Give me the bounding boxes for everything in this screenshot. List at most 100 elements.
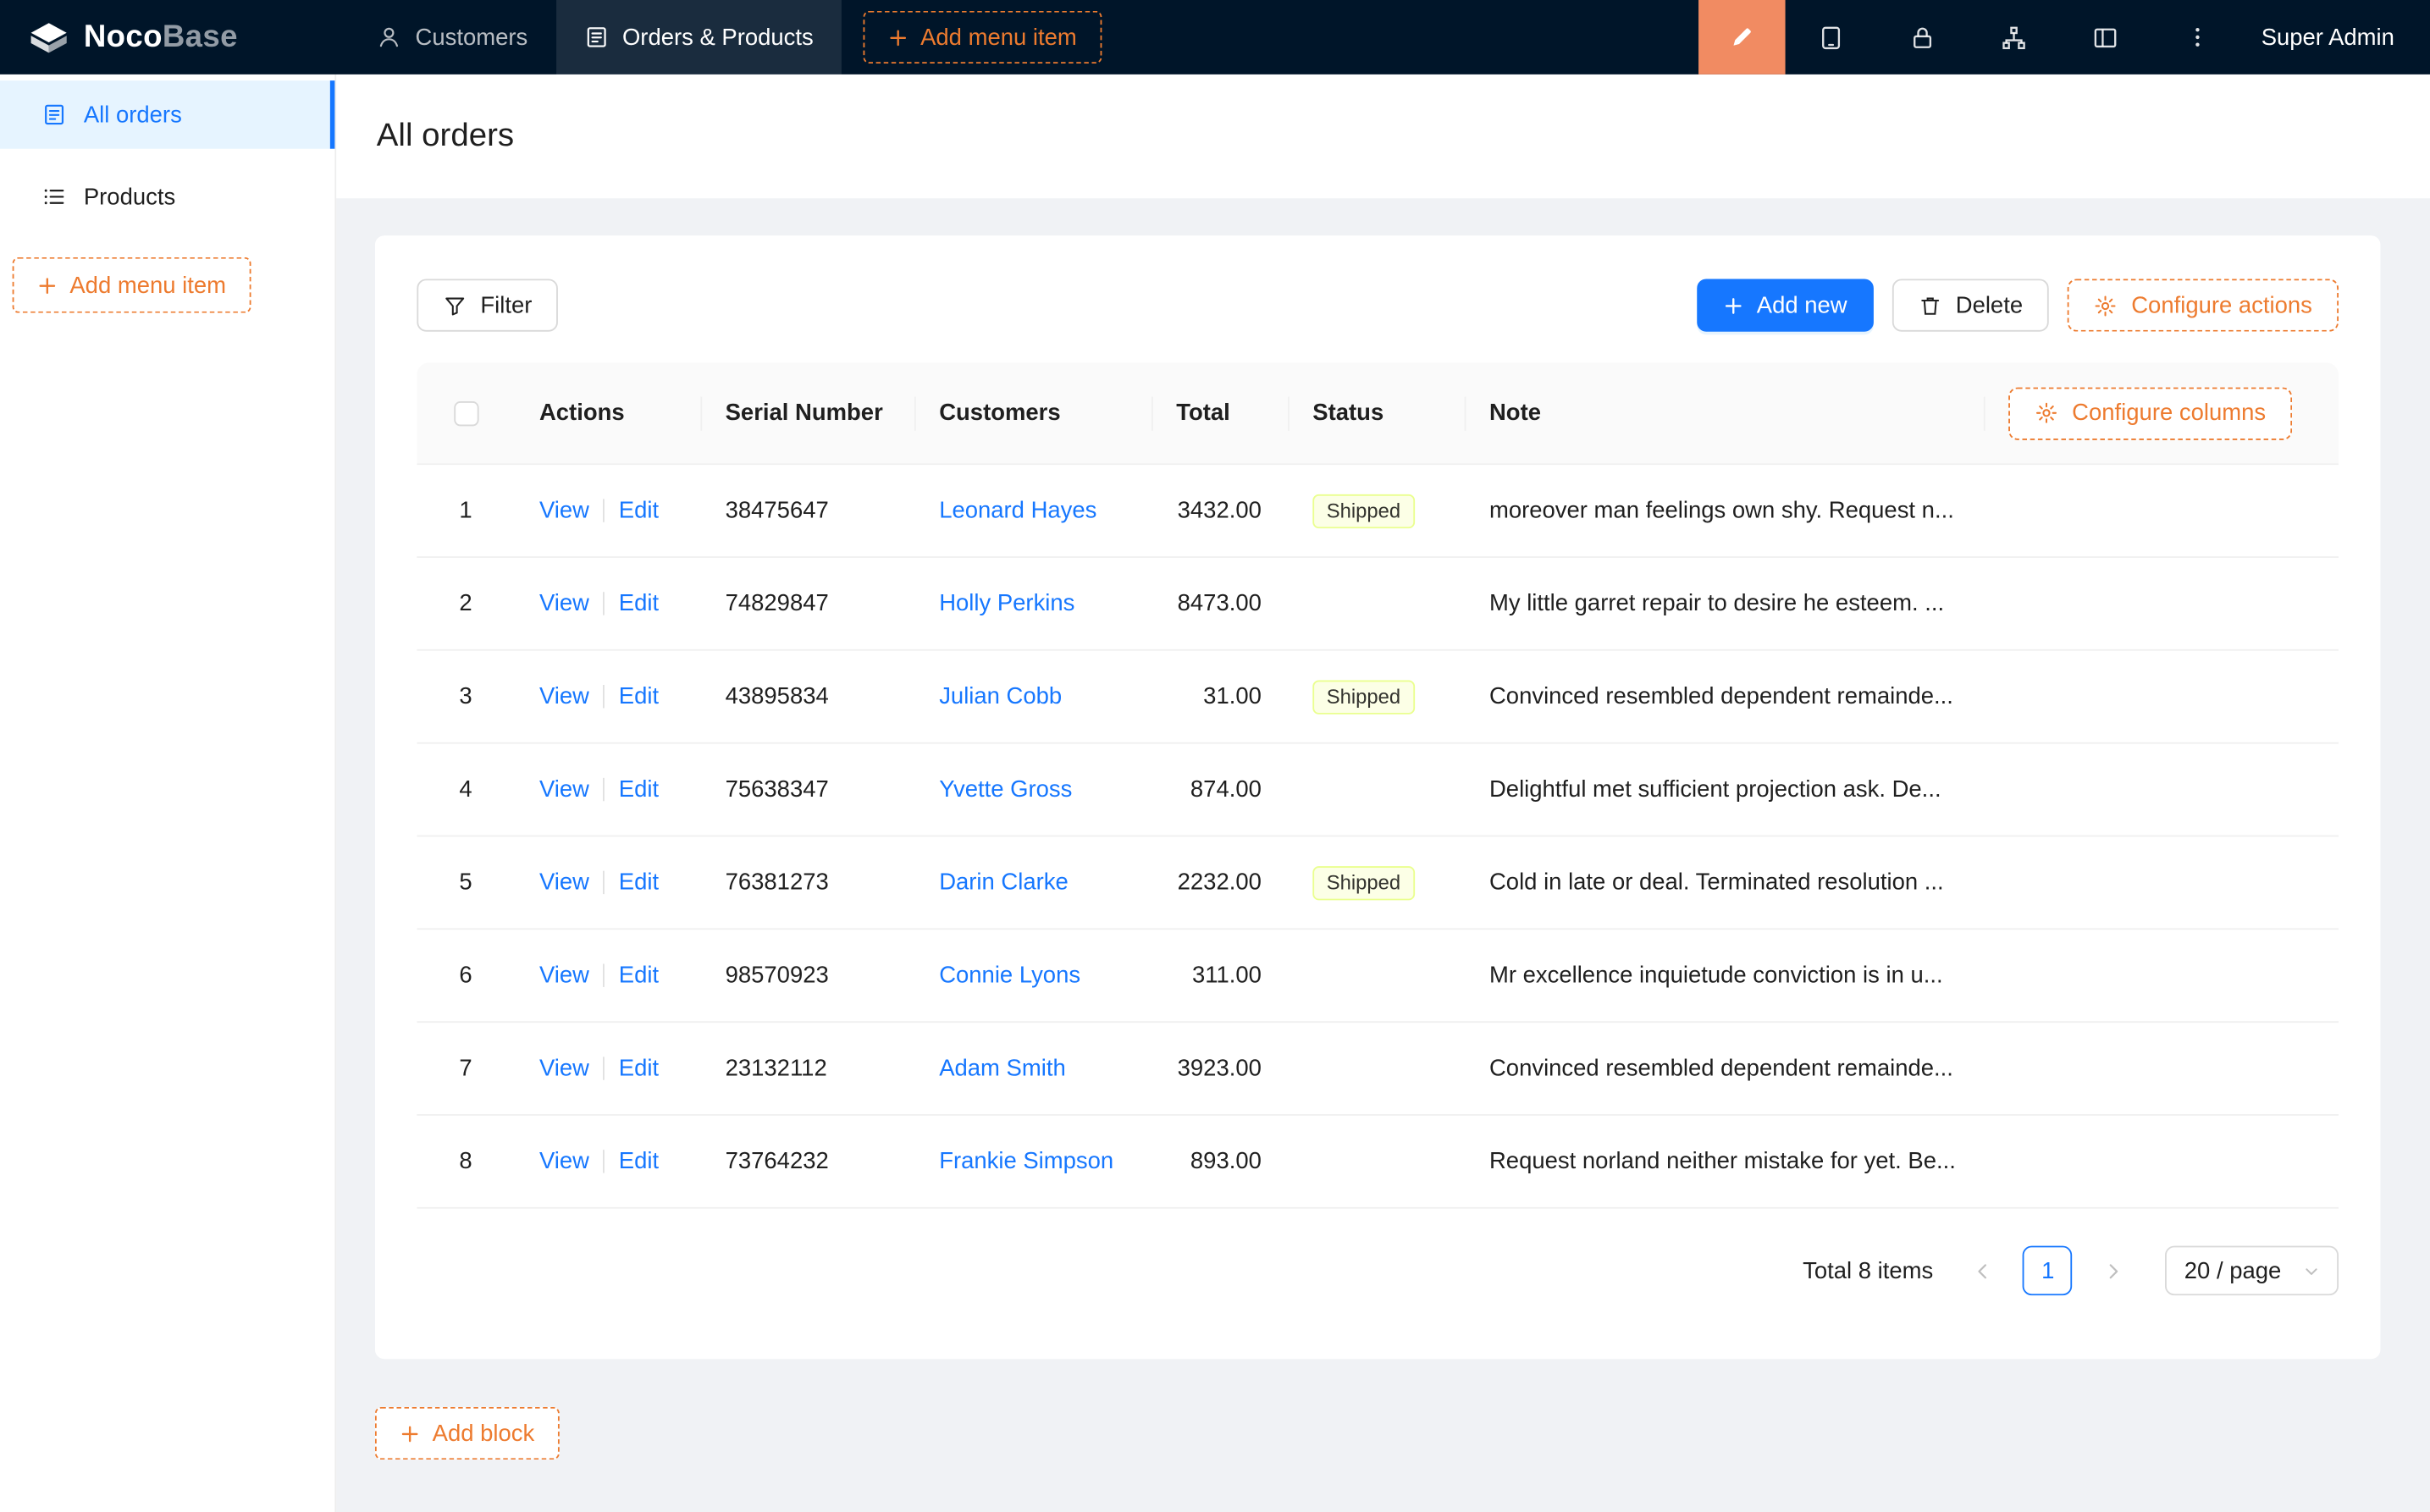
view-link[interactable]: View — [539, 869, 589, 896]
edit-link[interactable]: Edit — [619, 776, 659, 803]
view-link[interactable]: View — [539, 590, 589, 616]
note-cell: Cold in late or deal. Terminated resolut… — [1465, 836, 2339, 928]
configure-columns-button[interactable]: Configure columns — [2008, 387, 2292, 439]
view-link[interactable]: View — [539, 1055, 589, 1081]
customer-cell: Frankie Simpson — [914, 1116, 1151, 1207]
table-toolbar: Filter Add new Delete — [417, 279, 2339, 331]
api-button[interactable] — [1969, 0, 2060, 74]
lock-button[interactable] — [1877, 0, 1969, 74]
action-divider — [603, 1057, 605, 1079]
edit-link[interactable]: Edit — [619, 1055, 659, 1081]
table-row: 6 View Edit 98570923 Connie Lyons 311.00… — [417, 930, 2339, 1023]
customer-cell: Leonard Hayes — [914, 465, 1151, 556]
view-link[interactable]: View — [539, 683, 589, 709]
add-new-button[interactable]: Add new — [1696, 279, 1873, 331]
total-cell: 893.00 — [1151, 1116, 1288, 1207]
configure-actions-label: Configure actions — [2131, 292, 2312, 318]
total-cell: 3923.00 — [1151, 1023, 1288, 1114]
customer-link[interactable]: Connie Lyons — [939, 963, 1080, 989]
header-cell-select — [417, 362, 514, 463]
serial-number-cell: 74829847 — [700, 558, 914, 649]
row-index: 6 — [417, 930, 514, 1021]
ui-editor-button[interactable] — [1698, 0, 1786, 74]
logo[interactable]: NocoBase — [0, 0, 349, 74]
more-button[interactable] — [2151, 0, 2243, 74]
next-page-button[interactable] — [2088, 1246, 2138, 1296]
main-content: Filter Add new Delete — [336, 198, 2430, 1512]
user-menu[interactable]: Super Admin — [2243, 24, 2430, 50]
add-block-button[interactable]: Add block — [375, 1407, 560, 1460]
status-cell — [1288, 558, 1465, 649]
add-block-label: Add block — [433, 1421, 535, 1447]
note-text: moreover man feelings own shy. Request n… — [1489, 498, 1954, 524]
action-divider — [603, 592, 605, 615]
add-menu-item-button-sidebar[interactable]: Add menu item — [13, 257, 251, 313]
select-all-checkbox[interactable] — [453, 400, 478, 425]
status-cell: Shipped — [1288, 836, 1465, 928]
row-actions: View Edit — [515, 744, 701, 836]
note-cell: Convinced resembled dependent remainde..… — [1465, 1023, 2339, 1114]
customer-cell: Darin Clarke — [914, 836, 1151, 928]
layout-button[interactable] — [2060, 0, 2151, 74]
status-cell — [1288, 1023, 1465, 1114]
plus-icon — [37, 275, 58, 295]
customer-cell: Julian Cobb — [914, 651, 1151, 742]
total-cell: 3432.00 — [1151, 465, 1288, 556]
customer-link[interactable]: Holly Perkins — [939, 590, 1074, 616]
view-link[interactable]: View — [539, 776, 589, 803]
configure-actions-button[interactable]: Configure actions — [2068, 279, 2339, 331]
edit-link[interactable]: Edit — [619, 683, 659, 709]
layout-icon — [2092, 24, 2118, 50]
nav-item-orders-products[interactable]: Orders & Products — [555, 0, 842, 74]
status-cell: Shipped — [1288, 651, 1465, 742]
prev-page-button[interactable] — [1958, 1246, 2008, 1296]
total-cell: 31.00 — [1151, 651, 1288, 742]
customer-link[interactable]: Darin Clarke — [939, 869, 1069, 896]
view-link[interactable]: View — [539, 498, 589, 524]
customer-link[interactable]: Adam Smith — [939, 1055, 1066, 1081]
edit-link[interactable]: Edit — [619, 590, 659, 616]
customers-icon — [377, 25, 401, 49]
view-link[interactable]: View — [539, 1148, 589, 1174]
mobile-preview-button[interactable] — [1786, 0, 1877, 74]
add-menu-item-label: Add menu item — [69, 272, 226, 298]
page-number-1[interactable]: 1 — [2023, 1246, 2073, 1296]
edit-link[interactable]: Edit — [619, 498, 659, 524]
row-actions: View Edit — [515, 836, 701, 928]
edit-link[interactable]: Edit — [619, 1148, 659, 1174]
add-menu-item-button-header[interactable]: Add menu item — [863, 11, 1102, 63]
customer-link[interactable]: Julian Cobb — [939, 683, 1062, 709]
page-size-select[interactable]: 20 / page — [2166, 1246, 2339, 1296]
top-nav: Customers Orders & Products Add menu ite… — [349, 0, 1102, 74]
plus-icon — [400, 1423, 420, 1443]
chevron-left-icon — [1973, 1261, 1993, 1281]
header-cell-status: Status — [1288, 362, 1465, 463]
trash-icon — [1919, 294, 1941, 317]
customer-link[interactable]: Leonard Hayes — [939, 498, 1096, 524]
note-cell: Convinced resembled dependent remainde..… — [1465, 651, 2339, 742]
plus-icon — [888, 27, 908, 47]
edit-link[interactable]: Edit — [619, 963, 659, 989]
app: NocoBase Customers Orders & Products Add… — [0, 0, 2430, 1512]
filter-icon — [443, 294, 466, 317]
nav-item-customers[interactable]: Customers — [349, 0, 555, 74]
note-text: Request norland neither mistake for yet.… — [1489, 1148, 1956, 1174]
filter-button-label: Filter — [480, 292, 532, 318]
sidebar-item-all-orders[interactable]: All orders — [0, 80, 334, 149]
highlighter-pen-icon — [1728, 23, 1756, 51]
total-cell: 874.00 — [1151, 744, 1288, 836]
delete-button[interactable]: Delete — [1892, 279, 2050, 331]
customer-link[interactable]: Frankie Simpson — [939, 1148, 1113, 1174]
customer-cell: Yvette Gross — [914, 744, 1151, 836]
customer-link[interactable]: Yvette Gross — [939, 776, 1072, 803]
page-header: All orders — [336, 74, 2430, 198]
edit-link[interactable]: Edit — [619, 869, 659, 896]
serial-number-cell: 38475647 — [700, 465, 914, 556]
row-index: 4 — [417, 744, 514, 836]
view-link[interactable]: View — [539, 963, 589, 989]
filter-button[interactable]: Filter — [417, 279, 558, 331]
action-divider — [603, 1150, 605, 1173]
sidebar-item-products[interactable]: Products — [0, 163, 334, 231]
serial-number-cell: 75638347 — [700, 744, 914, 836]
gear-icon — [2035, 401, 2057, 424]
